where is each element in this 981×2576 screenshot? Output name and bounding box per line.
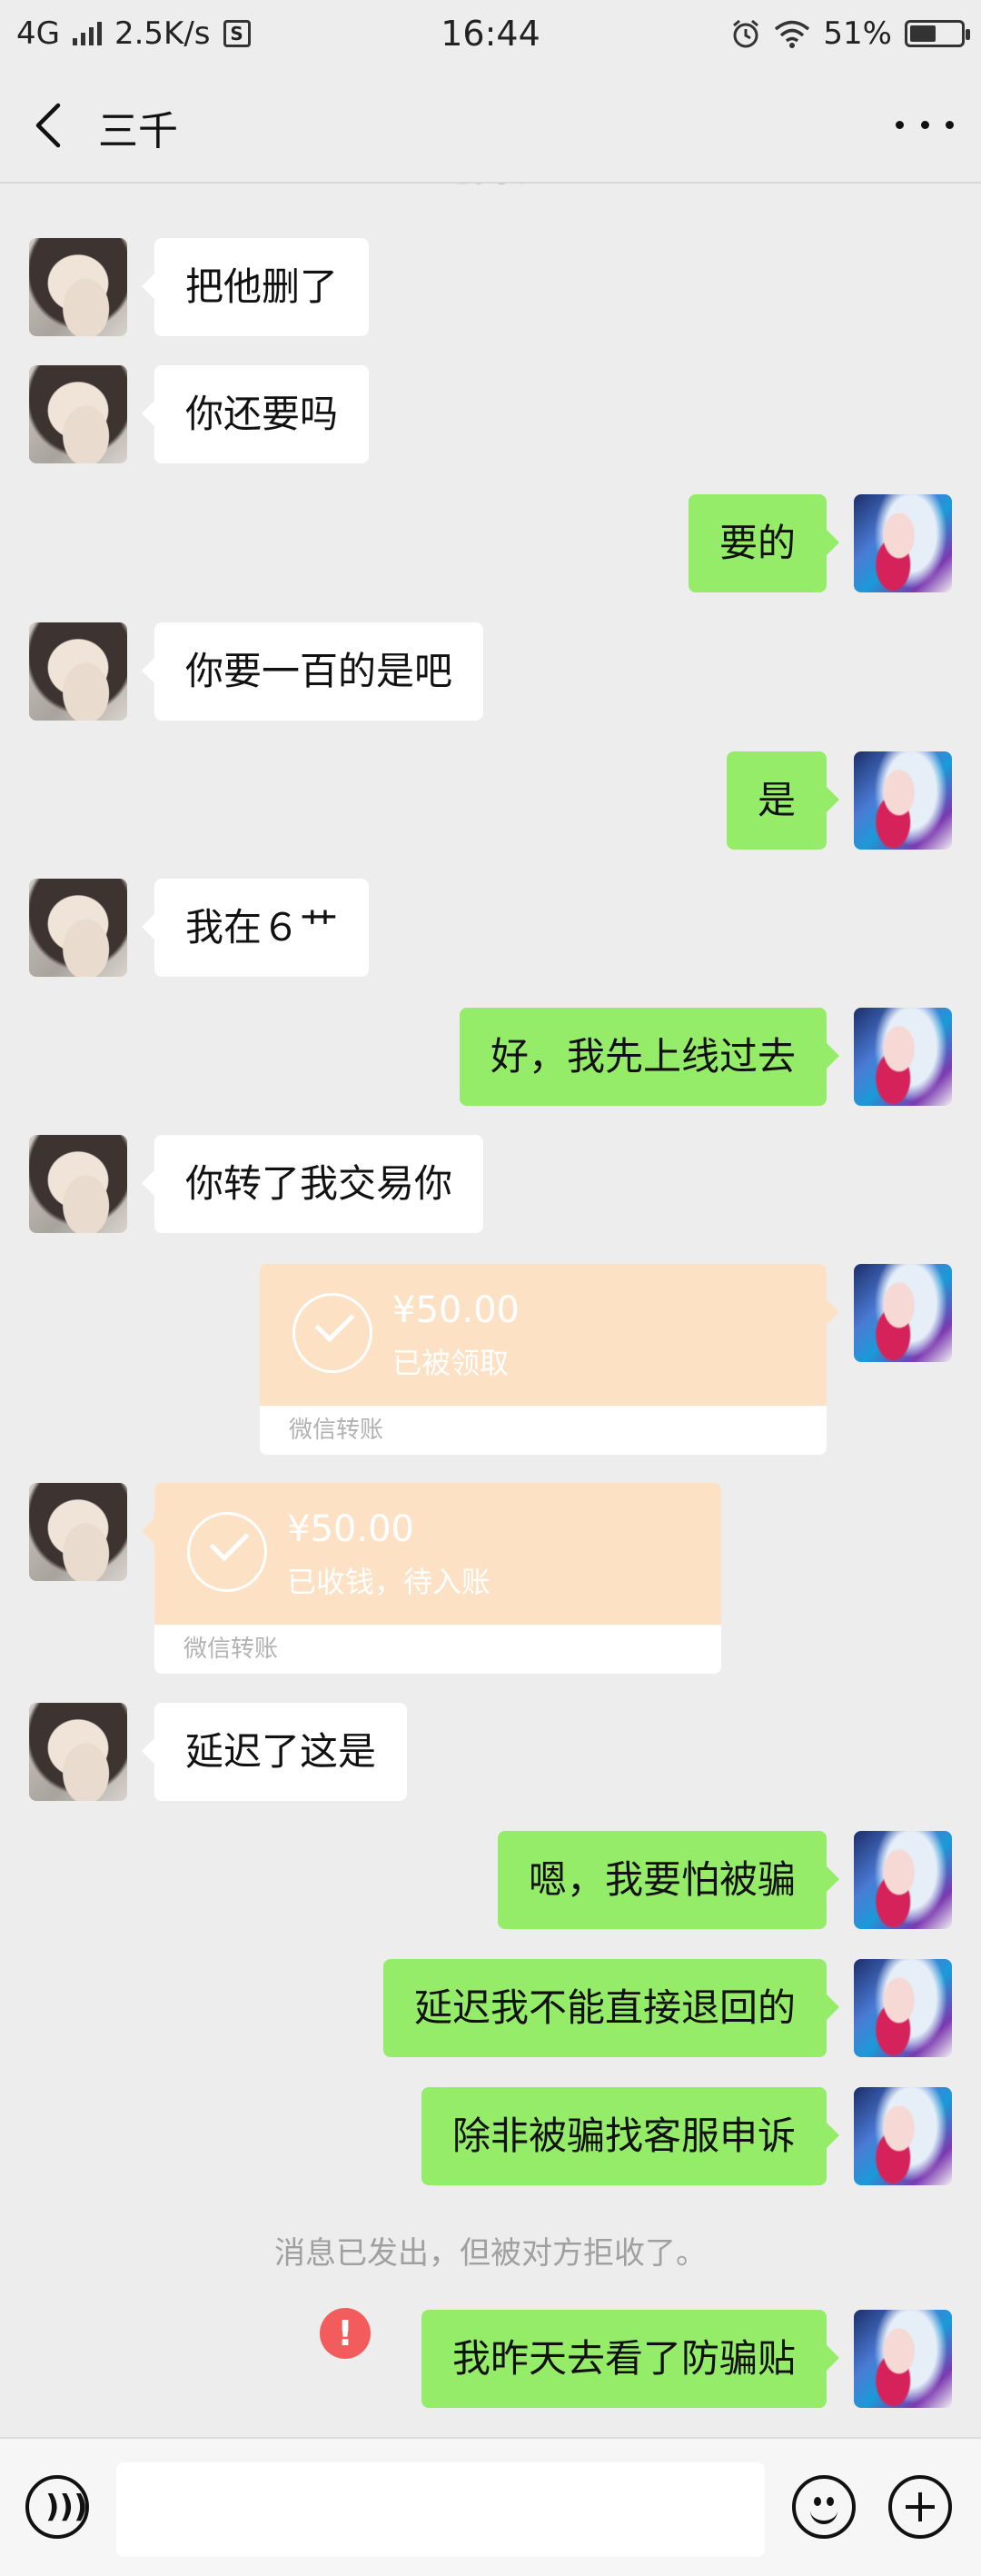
incoming-message[interactable]: 你转了我交易你 <box>141 1135 484 1233</box>
network-label: 4G <box>16 15 60 52</box>
my-avatar[interactable] <box>854 1264 952 1362</box>
outgoing-message[interactable]: 嗯，我要怕被骗 <box>497 1831 840 1929</box>
back-arrow-icon[interactable] <box>27 102 71 149</box>
incoming-message[interactable]: 延迟了这是 <box>141 1703 408 1801</box>
message-input[interactable] <box>116 2462 765 2557</box>
more-options-icon[interactable] <box>896 111 954 138</box>
outgoing-message[interactable]: 除非被骗找客服申诉 <box>421 2087 840 2185</box>
incoming-message[interactable]: 你要一百的是吧 <box>141 622 484 721</box>
transfer-card-body: ¥50.00 已被领取 <box>260 1264 827 1406</box>
outgoing-message[interactable]: 我昨天去看了防骗贴 <box>421 2310 840 2408</box>
contact-avatar[interactable] <box>29 622 127 721</box>
system-notice: 消息已发出，但被对方拒收了。 <box>274 2235 707 2272</box>
contact-avatar[interactable] <box>29 1483 127 1581</box>
check-circle-icon <box>187 1512 267 1592</box>
transfer-card-body: ¥50.00 已收钱，待入账 <box>154 1483 721 1625</box>
network-speed: 2.5K/s <box>114 15 211 52</box>
incoming-message[interactable]: 我在６艹 <box>141 879 370 977</box>
chat-header: 三千 <box>0 67 981 184</box>
contact-avatar[interactable] <box>29 1135 127 1233</box>
transfer-status: 已被领取 <box>392 1346 510 1380</box>
transfer-card[interactable]: ¥50.00 已收钱，待入账 微信转账 <box>142 1483 721 1674</box>
plus-icon[interactable] <box>888 2475 952 2539</box>
transfer-amount: ¥50.00 <box>392 1289 520 1331</box>
status-bar: 4G 2.5K/s S 16:44 51% <box>0 0 981 67</box>
message-list[interactable]: 把他删了 你还要吗 要的 你要一百的是吧 是 我在６艹 好，我先上线过去 你转了… <box>0 184 981 2437</box>
transfer-label: 微信转账 <box>260 1406 827 1455</box>
my-avatar[interactable] <box>854 494 952 592</box>
battery-fill <box>910 25 936 42</box>
my-avatar[interactable] <box>854 2087 952 2185</box>
status-left: 4G 2.5K/s S <box>16 15 251 52</box>
incoming-message[interactable]: 你还要吗 <box>141 365 370 463</box>
my-avatar[interactable] <box>854 1831 952 1929</box>
send-failed-icon[interactable]: ! <box>320 2308 371 2359</box>
transfer-card[interactable]: ¥50.00 已被领取 微信转账 <box>260 1264 839 1455</box>
emoji-icon[interactable] <box>792 2475 856 2539</box>
check-circle-icon <box>292 1293 372 1373</box>
my-avatar[interactable] <box>854 2310 952 2408</box>
voice-icon[interactable]: ))) <box>25 2475 89 2539</box>
outgoing-message[interactable]: 好，我先上线过去 <box>459 1008 840 1106</box>
my-avatar[interactable] <box>854 1959 952 2057</box>
transfer-amount: ¥50.00 <box>287 1508 414 1550</box>
outgoing-message[interactable]: 是 <box>726 751 840 850</box>
status-right: 51% <box>730 15 970 52</box>
outgoing-message[interactable]: 延迟我不能直接退回的 <box>382 1959 840 2057</box>
battery-percent: 51% <box>823 15 892 52</box>
s-icon: S <box>223 20 251 47</box>
transfer-label: 微信转账 <box>154 1625 721 1674</box>
contact-avatar[interactable] <box>29 238 127 336</box>
wifi-icon <box>775 20 810 48</box>
outgoing-message[interactable]: 要的 <box>688 494 840 592</box>
my-avatar[interactable] <box>854 1008 952 1106</box>
battery-icon <box>905 20 970 47</box>
my-avatar[interactable] <box>854 751 952 850</box>
contact-avatar[interactable] <box>29 879 127 977</box>
transfer-status: 已收钱，待入账 <box>287 1565 491 1599</box>
alarm-icon <box>733 19 759 48</box>
contact-avatar[interactable] <box>29 365 127 463</box>
chat-title: 三千 <box>98 108 178 154</box>
input-bar: ))) <box>0 2437 981 2576</box>
incoming-message[interactable]: 把他删了 <box>141 238 370 336</box>
contact-avatar[interactable] <box>29 1703 127 1801</box>
signal-icon <box>72 22 102 45</box>
